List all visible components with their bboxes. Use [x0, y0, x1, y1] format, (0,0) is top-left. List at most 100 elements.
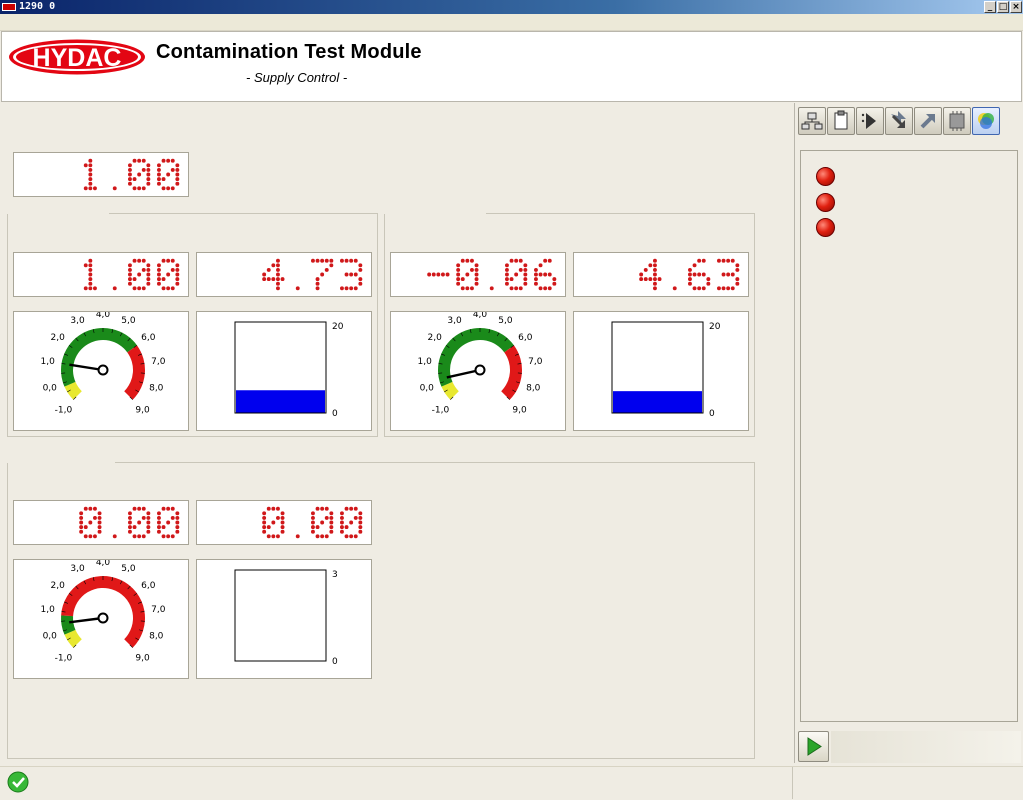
gauge-scale-label: 0,0: [43, 383, 58, 393]
status-led: [816, 167, 835, 186]
lcd-value-dots: [79, 506, 180, 539]
network-button[interactable]: [798, 107, 826, 135]
status-bar: [0, 766, 1023, 800]
bar-max-label: 20: [709, 322, 721, 332]
lcd-value-dots: [83, 158, 180, 191]
play-button[interactable]: [798, 731, 829, 762]
color-circle-button[interactable]: [972, 107, 1000, 135]
gauge-scale-label: 7,0: [151, 605, 166, 615]
gauge-scale-label: 8,0: [149, 383, 164, 393]
gauge-scale-label: 2,0: [51, 581, 66, 591]
bar-min-label: 0: [332, 657, 338, 667]
bar-fill: [236, 390, 325, 413]
group-3-gauge: -1,0 0,0 1,0 2,0 3,0 4,0 5,0 6,0 7,0 8,0 9,0: [13, 558, 189, 679]
gauge-scale-label: 2,0: [428, 333, 443, 343]
gauge-green-zone: [61, 328, 137, 387]
bar-min-label: 0: [709, 409, 715, 419]
gauge-scale-label: -1,0: [55, 654, 73, 664]
gauge-red-zone: [124, 345, 145, 400]
network-icon: [801, 112, 823, 130]
gauge-scale-label: 7,0: [151, 357, 166, 367]
app-title: Contamination Test Module: [156, 41, 422, 63]
lcd-value-dots: [427, 258, 557, 291]
gauge-scale-label: 8,0: [149, 631, 164, 641]
window-title: 1290 0: [19, 1, 56, 12]
bar-max-label: 3: [332, 570, 338, 580]
group-2-lcd-left: [390, 252, 566, 297]
clipboard-icon: [834, 110, 848, 130]
bar-fill: [613, 391, 702, 413]
gauge-scale-label: 9,0: [135, 654, 150, 664]
gauge-scale-label: 3,0: [447, 316, 462, 326]
app-header: HYDAC Contamination Test Module - Supply…: [1, 31, 1022, 102]
chip-icon: [949, 111, 965, 131]
bar-max-label: 20: [332, 322, 344, 332]
lcd-value-dots: [639, 258, 740, 291]
gauge-scale-label: 3,0: [70, 564, 85, 574]
gauge-scale-label: 2,0: [51, 333, 66, 343]
minimize-button[interactable]: _: [984, 1, 996, 13]
hydac-logo: HYDAC: [9, 39, 145, 75]
group-2-lcd-right: [573, 252, 749, 297]
clipboard-button[interactable]: [827, 107, 855, 135]
gauge-scale-label: -1,0: [432, 406, 450, 416]
gauge-scale-label: 0,0: [43, 631, 58, 641]
play-strip: [831, 731, 1021, 763]
ok-check-icon: [7, 771, 29, 793]
bar-min-label: 0: [332, 409, 338, 419]
group-1-gauge: -1,0 0,0 1,0 2,0 3,0 4,0 5,0 6,0 7,0 8,0 9,0: [13, 310, 189, 431]
chip-button[interactable]: [943, 107, 971, 135]
color-circle-icon: [978, 113, 994, 129]
step-forward-button[interactable]: [856, 107, 884, 135]
gauge-scale-label: 9,0: [512, 406, 527, 416]
arrow-down-icon: [891, 111, 906, 128]
bar-frame: [234, 569, 327, 662]
step-forward-icon: [861, 113, 876, 129]
close-button[interactable]: ×: [1010, 1, 1022, 13]
gauge-scale-label: 0,0: [420, 383, 435, 393]
status-led-box: [800, 150, 1018, 722]
gauge-scale-label: 5,0: [498, 316, 513, 326]
gauge-scale-label: 5,0: [121, 564, 136, 574]
status-led: [816, 193, 835, 212]
gauge-scale-label: 1,0: [41, 357, 56, 367]
arrow-down-button[interactable]: [885, 107, 913, 135]
lcd-value-dots: [83, 258, 180, 291]
group-1-lcd-left: [13, 252, 189, 297]
arrow-up-button[interactable]: [914, 107, 942, 135]
restore-button[interactable]: □: [997, 1, 1009, 13]
group-3-bar: 30: [196, 559, 372, 679]
gauge-scale-label: 7,0: [528, 357, 543, 367]
lcd-value-dots: [262, 258, 363, 291]
gauge-scale-label: 6,0: [518, 333, 533, 343]
window-titlebar: 1290 0 _ □ ×: [0, 0, 1023, 14]
play-icon: [807, 737, 822, 756]
gauge-scale-label: 6,0: [141, 581, 156, 591]
status-cell: [0, 767, 793, 799]
gauge-hub: [97, 364, 109, 376]
gauge-red-zone: [501, 345, 522, 400]
right-panel: [794, 103, 1023, 763]
app-icon: [2, 3, 16, 11]
main-area: -1,0 0,0 1,0 2,0 3,0 4,0 5,0 6,0 7,0 8,0 9,0 20 0 -…: [0, 103, 790, 763]
group-1-lcd-right: [196, 252, 372, 297]
app-subtitle: - Supply Control -: [246, 70, 348, 85]
group-3-lcd-right: [196, 500, 372, 545]
gauge-hub: [474, 364, 486, 376]
group-1-bar: 20 0: [196, 311, 372, 431]
top-lcd-display: [13, 152, 189, 197]
gauge-scale-label: 1,0: [41, 605, 56, 615]
gauge-scale-label: 1,0: [418, 357, 433, 367]
group-3-lcd-left: [13, 500, 189, 545]
gauge-scale-label: 4,0: [473, 312, 488, 320]
gauge-scale-label: -1,0: [55, 406, 73, 416]
logo-text: HYDAC: [33, 44, 122, 72]
lcd-value-dots: [262, 506, 363, 539]
gauge-scale-label: 3,0: [70, 316, 85, 326]
gauge-scale-label: 8,0: [526, 383, 541, 393]
group-2-bar: 20 0: [573, 311, 749, 431]
gauge-hub: [97, 612, 109, 624]
gauge-scale-label: 4,0: [96, 560, 111, 568]
gauge-scale-label: 5,0: [121, 316, 136, 326]
gauge-scale-label: 6,0: [141, 333, 156, 343]
